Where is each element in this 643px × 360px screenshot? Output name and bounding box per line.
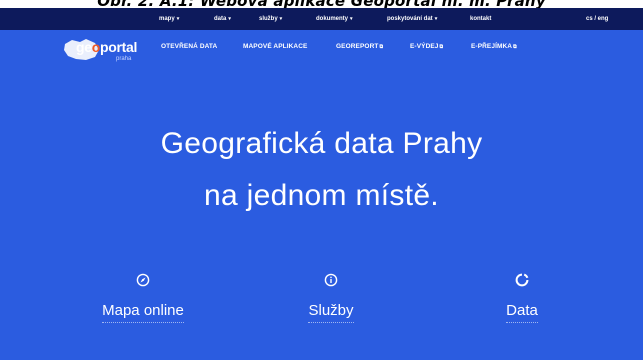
logo-wordmark: geoportal <box>76 39 138 55</box>
caption-text: Obr. 2. A.1: Webová aplikace Geoportál h… <box>0 0 643 8</box>
external-link-icon: ⧉ <box>379 44 384 50</box>
topbar-item-dokumenty[interactable]: dokumenty ▾ <box>316 8 353 30</box>
external-link-icon: ⧉ <box>439 44 444 50</box>
nav-e-vydej[interactable]: E-VÝDEJ⧉ <box>410 43 443 50</box>
topbar-item-sluzby[interactable]: služby ▾ <box>259 8 282 30</box>
hero-section: geoportal praha OTEVŘENÁ DATA MAPOVÉ APL… <box>0 30 643 360</box>
external-link-icon: ⧉ <box>513 44 517 50</box>
topbar-item-data[interactable]: data ▾ <box>214 8 231 30</box>
nav-mapove-aplikace[interactable]: MAPOVÉ APLIKACE <box>243 43 307 50</box>
feature-label[interactable]: Data <box>506 302 538 323</box>
feature-sluzby[interactable]: Služby <box>251 273 411 323</box>
nav-otevrena-data[interactable]: OTEVŘENÁ DATA <box>161 43 217 50</box>
logo-subtitle: praha <box>116 56 132 62</box>
nav-georeport[interactable]: GEOREPORT⧉ <box>336 43 383 50</box>
chevron-down-icon: ▾ <box>434 16 438 22</box>
topbar-item-poskytovani-dat[interactable]: poskytování dat ▾ <box>387 8 437 30</box>
hero-title-line-2: na jednom místě. <box>204 179 439 212</box>
hero-title-line-1: Geografická data Prahy <box>160 127 483 160</box>
feature-label[interactable]: Služby <box>308 302 354 323</box>
compass-icon <box>136 273 150 287</box>
chevron-down-icon: ▾ <box>279 16 283 22</box>
info-icon <box>324 273 338 287</box>
feature-label[interactable]: Mapa online <box>102 302 184 323</box>
nav-e-prejimka[interactable]: E-PŘEJÍMKA⧉ <box>471 43 517 50</box>
feature-data[interactable]: Data <box>442 273 602 323</box>
figure-caption: Obr. 2. A.1: Webová aplikace Geoportál h… <box>0 0 643 8</box>
language-switch[interactable]: cs / eng <box>586 8 608 30</box>
topbar-item-mapy[interactable]: mapy ▾ <box>159 8 179 30</box>
feature-mapa-online[interactable]: Mapa online <box>63 273 223 323</box>
geoportal-logo[interactable]: geoportal praha <box>62 38 152 68</box>
chevron-down-icon: ▾ <box>350 16 353 22</box>
chevron-down-icon: ▾ <box>228 16 231 22</box>
top-menu-bar: mapy ▾ data ▾ služby ▾ dokumenty ▾ poskytová… <box>0 8 643 30</box>
chevron-down-icon: ▾ <box>176 16 180 22</box>
topbar-item-kontakt[interactable]: kontakt <box>470 8 491 30</box>
refresh-icon <box>515 273 529 287</box>
